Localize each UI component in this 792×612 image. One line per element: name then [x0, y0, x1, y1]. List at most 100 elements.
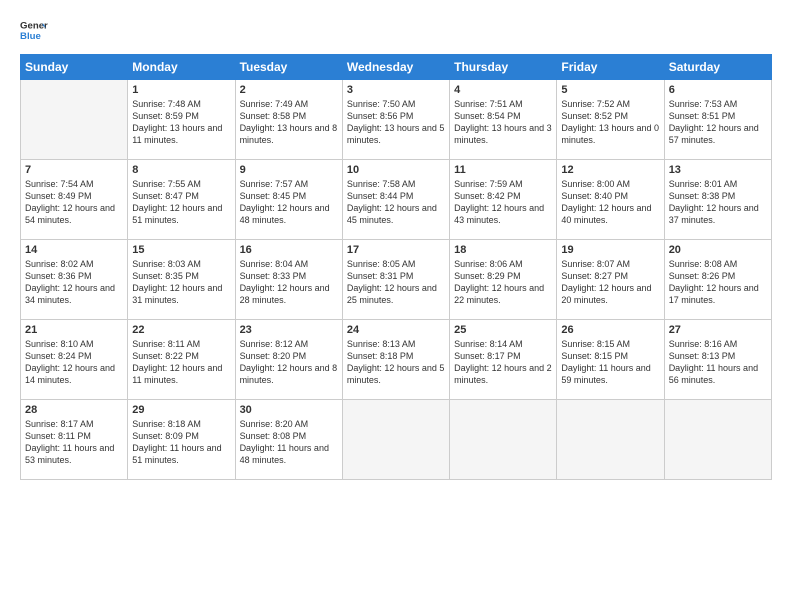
svg-text:Blue: Blue [20, 31, 41, 42]
day-cell: 15 Sunrise: 8:03 AMSunset: 8:35 PMDayligh… [128, 240, 235, 320]
day-number: 15 [132, 244, 230, 256]
logo-icon: General Blue [20, 16, 48, 44]
day-number: 10 [347, 164, 445, 176]
cell-info: Sunrise: 7:58 AMSunset: 8:44 PMDaylight:… [347, 178, 445, 227]
day-cell: 6 Sunrise: 7:53 AMSunset: 8:51 PMDaylight… [664, 80, 771, 160]
cell-info: Sunrise: 8:12 AMSunset: 8:20 PMDaylight:… [240, 338, 338, 387]
day-number: 8 [132, 164, 230, 176]
cell-info: Sunrise: 8:00 AMSunset: 8:40 PMDaylight:… [561, 178, 659, 227]
day-cell: 27 Sunrise: 8:16 AMSunset: 8:13 PMDayligh… [664, 320, 771, 400]
day-cell: 8 Sunrise: 7:55 AMSunset: 8:47 PMDaylight… [128, 160, 235, 240]
cell-info: Sunrise: 8:14 AMSunset: 8:17 PMDaylight:… [454, 338, 552, 387]
day-number: 5 [561, 84, 659, 96]
day-cell: 16 Sunrise: 8:04 AMSunset: 8:33 PMDayligh… [235, 240, 342, 320]
day-number: 11 [454, 164, 552, 176]
day-cell: 5 Sunrise: 7:52 AMSunset: 8:52 PMDaylight… [557, 80, 664, 160]
day-number: 21 [25, 324, 123, 336]
week-row-2: 7 Sunrise: 7:54 AMSunset: 8:49 PMDaylight… [21, 160, 772, 240]
cell-info: Sunrise: 7:54 AMSunset: 8:49 PMDaylight:… [25, 178, 123, 227]
day-cell: 19 Sunrise: 8:07 AMSunset: 8:27 PMDayligh… [557, 240, 664, 320]
day-cell: 11 Sunrise: 7:59 AMSunset: 8:42 PMDayligh… [450, 160, 557, 240]
header-cell-monday: Monday [128, 55, 235, 80]
day-number: 27 [669, 324, 767, 336]
header-cell-tuesday: Tuesday [235, 55, 342, 80]
day-number: 23 [240, 324, 338, 336]
week-row-1: 1 Sunrise: 7:48 AMSunset: 8:59 PMDaylight… [21, 80, 772, 160]
day-number: 7 [25, 164, 123, 176]
cell-info: Sunrise: 8:16 AMSunset: 8:13 PMDaylight:… [669, 338, 767, 387]
day-cell: 9 Sunrise: 7:57 AMSunset: 8:45 PMDaylight… [235, 160, 342, 240]
day-number: 17 [347, 244, 445, 256]
cell-info: Sunrise: 7:53 AMSunset: 8:51 PMDaylight:… [669, 98, 767, 147]
cell-info: Sunrise: 7:52 AMSunset: 8:52 PMDaylight:… [561, 98, 659, 147]
cell-info: Sunrise: 7:57 AMSunset: 8:45 PMDaylight:… [240, 178, 338, 227]
cell-info: Sunrise: 8:17 AMSunset: 8:11 PMDaylight:… [25, 418, 123, 467]
day-cell [342, 400, 449, 480]
day-number: 3 [347, 84, 445, 96]
cell-info: Sunrise: 8:04 AMSunset: 8:33 PMDaylight:… [240, 258, 338, 307]
calendar-table: SundayMondayTuesdayWednesdayThursdayFrid… [20, 54, 772, 480]
calendar-header-row: SundayMondayTuesdayWednesdayThursdayFrid… [21, 55, 772, 80]
cell-info: Sunrise: 8:08 AMSunset: 8:26 PMDaylight:… [669, 258, 767, 307]
week-row-4: 21 Sunrise: 8:10 AMSunset: 8:24 PMDayligh… [21, 320, 772, 400]
day-cell: 13 Sunrise: 8:01 AMSunset: 8:38 PMDayligh… [664, 160, 771, 240]
day-cell [21, 80, 128, 160]
day-cell: 24 Sunrise: 8:13 AMSunset: 8:18 PMDayligh… [342, 320, 449, 400]
logo: General Blue [20, 16, 48, 44]
day-cell: 25 Sunrise: 8:14 AMSunset: 8:17 PMDayligh… [450, 320, 557, 400]
day-number: 2 [240, 84, 338, 96]
cell-info: Sunrise: 7:51 AMSunset: 8:54 PMDaylight:… [454, 98, 552, 147]
cell-info: Sunrise: 7:50 AMSunset: 8:56 PMDaylight:… [347, 98, 445, 147]
day-cell: 26 Sunrise: 8:15 AMSunset: 8:15 PMDayligh… [557, 320, 664, 400]
day-number: 6 [669, 84, 767, 96]
cell-info: Sunrise: 8:15 AMSunset: 8:15 PMDaylight:… [561, 338, 659, 387]
day-number: 14 [25, 244, 123, 256]
header-cell-saturday: Saturday [664, 55, 771, 80]
day-number: 12 [561, 164, 659, 176]
cell-info: Sunrise: 7:48 AMSunset: 8:59 PMDaylight:… [132, 98, 230, 147]
day-cell: 12 Sunrise: 8:00 AMSunset: 8:40 PMDayligh… [557, 160, 664, 240]
day-cell: 3 Sunrise: 7:50 AMSunset: 8:56 PMDaylight… [342, 80, 449, 160]
day-number: 26 [561, 324, 659, 336]
day-number: 30 [240, 404, 338, 416]
day-cell: 17 Sunrise: 8:05 AMSunset: 8:31 PMDayligh… [342, 240, 449, 320]
cell-info: Sunrise: 8:18 AMSunset: 8:09 PMDaylight:… [132, 418, 230, 467]
day-cell: 4 Sunrise: 7:51 AMSunset: 8:54 PMDaylight… [450, 80, 557, 160]
header-cell-thursday: Thursday [450, 55, 557, 80]
day-cell: 28 Sunrise: 8:17 AMSunset: 8:11 PMDayligh… [21, 400, 128, 480]
day-number: 25 [454, 324, 552, 336]
day-cell: 29 Sunrise: 8:18 AMSunset: 8:09 PMDayligh… [128, 400, 235, 480]
week-row-3: 14Sunrise: 8:02 AMSunset: 8:36 PMDayligh… [21, 240, 772, 320]
day-number: 24 [347, 324, 445, 336]
week-row-5: 28 Sunrise: 8:17 AMSunset: 8:11 PMDayligh… [21, 400, 772, 480]
cell-info: Sunrise: 8:07 AMSunset: 8:27 PMDaylight:… [561, 258, 659, 307]
day-cell: 22 Sunrise: 8:11 AMSunset: 8:22 PMDayligh… [128, 320, 235, 400]
day-cell: 23 Sunrise: 8:12 AMSunset: 8:20 PMDayligh… [235, 320, 342, 400]
header: General Blue [20, 16, 772, 44]
day-number: 19 [561, 244, 659, 256]
day-number: 28 [25, 404, 123, 416]
cell-info: Sunrise: 8:01 AMSunset: 8:38 PMDaylight:… [669, 178, 767, 227]
day-number: 4 [454, 84, 552, 96]
day-cell [664, 400, 771, 480]
day-cell: 1 Sunrise: 7:48 AMSunset: 8:59 PMDaylight… [128, 80, 235, 160]
day-cell [557, 400, 664, 480]
day-cell [450, 400, 557, 480]
cell-info: Sunrise: 8:05 AMSunset: 8:31 PMDaylight:… [347, 258, 445, 307]
cell-info: Sunrise: 8:13 AMSunset: 8:18 PMDaylight:… [347, 338, 445, 387]
cell-info: Sunrise: 8:06 AMSunset: 8:29 PMDaylight:… [454, 258, 552, 307]
day-cell: 7 Sunrise: 7:54 AMSunset: 8:49 PMDaylight… [21, 160, 128, 240]
day-cell: 30Sunrise: 8:20 AMSunset: 8:08 PMDayligh… [235, 400, 342, 480]
cell-info: Sunrise: 7:55 AMSunset: 8:47 PMDaylight:… [132, 178, 230, 227]
day-number: 9 [240, 164, 338, 176]
day-number: 22 [132, 324, 230, 336]
day-number: 16 [240, 244, 338, 256]
cell-info: Sunrise: 7:59 AMSunset: 8:42 PMDaylight:… [454, 178, 552, 227]
day-cell: 14Sunrise: 8:02 AMSunset: 8:36 PMDayligh… [21, 240, 128, 320]
day-number: 1 [132, 84, 230, 96]
cell-info: Sunrise: 8:03 AMSunset: 8:35 PMDaylight:… [132, 258, 230, 307]
cell-info: Sunrise: 8:10 AMSunset: 8:24 PMDaylight:… [25, 338, 123, 387]
day-number: 13 [669, 164, 767, 176]
cell-info: Sunrise: 8:11 AMSunset: 8:22 PMDaylight:… [132, 338, 230, 387]
day-number: 29 [132, 404, 230, 416]
